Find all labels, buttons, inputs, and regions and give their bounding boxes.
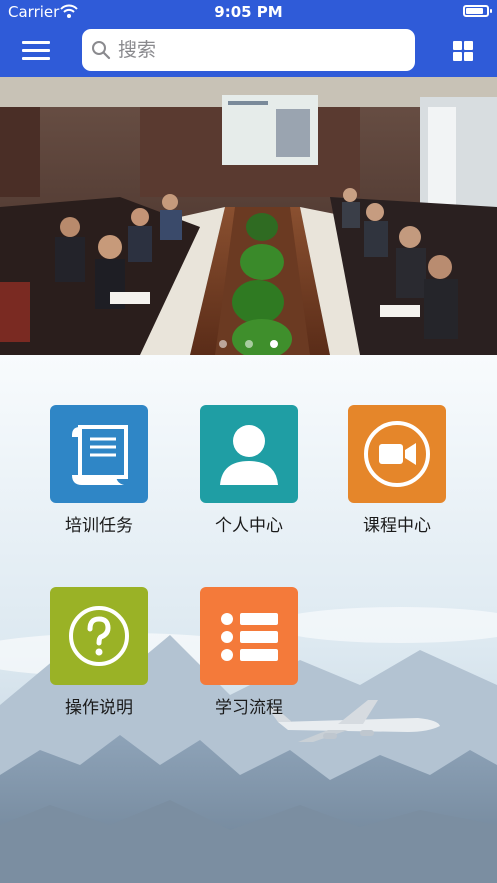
carousel-dot[interactable] [244, 340, 253, 348]
question-mark-icon [69, 606, 129, 666]
search-icon [91, 40, 111, 64]
carousel-dot[interactable] [219, 340, 228, 348]
operation-guide-tile-box [50, 587, 148, 685]
status-bar: Carrier 9:05 PM [0, 0, 497, 24]
search-input[interactable] [116, 35, 405, 65]
learning-process-label: 学习流程 [215, 698, 283, 718]
scroll-document-icon [72, 425, 128, 485]
search-bar[interactable] [82, 29, 415, 71]
training-tasks-tile-box [50, 405, 148, 503]
list-icon [221, 613, 278, 661]
banner-photo [0, 77, 497, 355]
menu-tile-operation-guide[interactable]: 操作说明 [44, 587, 154, 718]
course-center-tile-box [348, 405, 446, 503]
battery-icon [463, 5, 492, 17]
learning-process-tile-box [200, 587, 298, 685]
menu-tile-training-tasks[interactable]: 培训任务 [44, 405, 154, 536]
video-camera-icon [364, 421, 430, 487]
menu-tile-course-center[interactable]: 课程中心 [342, 405, 452, 536]
hamburger-menu-icon[interactable] [22, 41, 50, 61]
grid-apps-icon[interactable] [453, 41, 473, 61]
menu-tile-learning-process[interactable]: 学习流程 [194, 587, 304, 718]
course-center-label: 课程中心 [363, 516, 431, 536]
training-tasks-label: 培训任务 [65, 516, 133, 536]
nav-bar [0, 24, 497, 77]
operation-guide-label: 操作说明 [65, 698, 133, 718]
carousel-dot-active[interactable] [269, 340, 278, 348]
personal-center-tile-box [200, 405, 298, 503]
banner-carousel[interactable] [0, 77, 497, 355]
person-icon [220, 425, 278, 485]
clock: 9:05 PM [214, 3, 283, 21]
menu-tile-personal-center[interactable]: 个人中心 [194, 405, 304, 536]
carousel-dots [0, 333, 497, 352]
personal-center-label: 个人中心 [215, 516, 283, 536]
main-content: 培训任务 个人中心 课程中心 操作说明 学习流程 [0, 355, 497, 883]
